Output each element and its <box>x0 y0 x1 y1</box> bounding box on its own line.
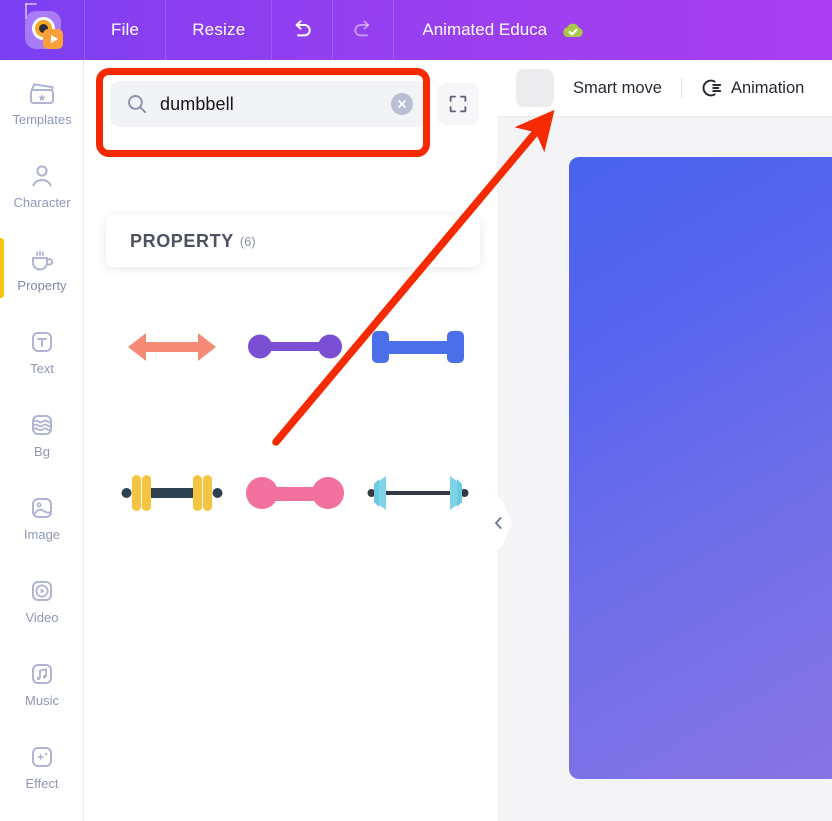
sidebar-item-bg[interactable]: Bg <box>0 392 84 475</box>
clear-search-button[interactable] <box>391 93 413 115</box>
sidebar-item-property[interactable]: Property <box>0 226 84 309</box>
menu-resize[interactable]: Resize <box>166 0 271 60</box>
search-input-value: dumbbell <box>160 93 234 114</box>
design-canvas[interactable] <box>569 157 832 779</box>
play-circle-icon <box>32 580 52 601</box>
layers-waves-icon <box>32 414 52 435</box>
search-icon <box>128 95 147 114</box>
dumbbell-icon <box>372 331 465 363</box>
search-results-grid <box>110 292 480 548</box>
barbell-icon <box>367 476 469 510</box>
section-header: PROPERTY (6) <box>106 215 480 267</box>
fullscreen-icon <box>449 95 467 113</box>
sidebar-item-label: Templates <box>12 111 72 127</box>
asset-library-panel: dumbbell PROPERTY (6) <box>84 60 497 821</box>
sidebar-item-label: Text <box>30 360 54 376</box>
sidebar-item-templates[interactable]: Templates <box>0 60 84 143</box>
sidebar-item-label: Bg <box>34 443 50 459</box>
music-note-icon <box>32 663 52 684</box>
stage-toolbar: Smart move Animation <box>497 60 832 117</box>
text-t-icon <box>32 331 52 352</box>
result-item-yellow-dumbbell[interactable] <box>110 438 233 548</box>
app-logo-button[interactable] <box>0 0 84 60</box>
picture-icon <box>32 497 52 518</box>
clapperboard-icon <box>30 82 54 104</box>
top-toolbar: File Resize Animated Educa <box>0 0 832 60</box>
sidebar-item-label: Character <box>13 194 71 210</box>
app-logo-icon <box>19 3 65 53</box>
result-item-pink-dumbbell[interactable] <box>233 438 356 548</box>
result-item-cyan-barbell[interactable] <box>357 438 480 548</box>
menu-file[interactable]: File <box>85 0 165 60</box>
section-count: (6) <box>239 233 256 249</box>
sidebar-item-video[interactable]: Video <box>0 558 84 641</box>
collapse-panel-button[interactable] <box>490 492 512 554</box>
cup-icon <box>32 250 54 270</box>
fullscreen-button[interactable] <box>437 83 479 125</box>
redo-button[interactable] <box>333 0 393 60</box>
canvas-stage: Smart move Animation <box>490 60 832 821</box>
left-sidebar: Templates Character Property Text Bg Ima… <box>0 60 84 821</box>
animation-label: Animation <box>730 78 805 97</box>
dumbbell-icon <box>121 475 223 511</box>
undo-icon <box>295 20 311 37</box>
animation-button[interactable]: Animation <box>701 77 804 99</box>
person-icon <box>32 164 52 186</box>
sidebar-item-label: Effect <box>25 775 59 791</box>
dumbbell-icon <box>247 334 342 359</box>
result-item-salmon-arrow[interactable] <box>110 292 233 402</box>
app-root: File Resize Animated Educa Templates Cha… <box>0 0 832 821</box>
sidebar-item-label: Music <box>25 692 59 708</box>
sidebar-item-text[interactable]: Text <box>0 309 84 392</box>
logo-play-icon <box>43 29 63 49</box>
document-title-area[interactable]: Animated Educa <box>394 0 586 60</box>
toolbar-divider <box>680 78 682 98</box>
close-icon <box>398 100 406 108</box>
sidebar-item-label: Video <box>25 609 59 625</box>
double-arrow-icon <box>127 333 216 361</box>
smart-move-button[interactable]: Smart move <box>573 79 662 98</box>
search-area: dumbbell <box>84 60 497 148</box>
color-swatch-button[interactable] <box>516 69 554 107</box>
search-input[interactable]: dumbbell <box>110 81 427 127</box>
page-title: Animated Educa <box>422 20 548 39</box>
sidebar-item-effect[interactable]: Effect <box>0 724 84 807</box>
result-item-blue-dumbbell[interactable] <box>357 292 480 402</box>
sidebar-item-image[interactable]: Image <box>0 475 84 558</box>
chevron-left-icon <box>495 517 502 529</box>
dumbbell-icon <box>245 477 344 509</box>
result-item-purple-dumbbell[interactable] <box>233 292 356 402</box>
cloud-saved-icon <box>563 23 583 37</box>
section-title: PROPERTY <box>130 230 234 251</box>
undo-button[interactable] <box>272 0 332 60</box>
redo-icon <box>354 20 370 37</box>
animation-icon <box>702 79 722 97</box>
sidebar-item-music[interactable]: Music <box>0 641 84 724</box>
sparkle-icon <box>32 746 52 767</box>
sidebar-item-label: Property <box>17 277 67 293</box>
sidebar-item-character[interactable]: Character <box>0 143 84 226</box>
sidebar-item-label: Image <box>23 526 61 542</box>
